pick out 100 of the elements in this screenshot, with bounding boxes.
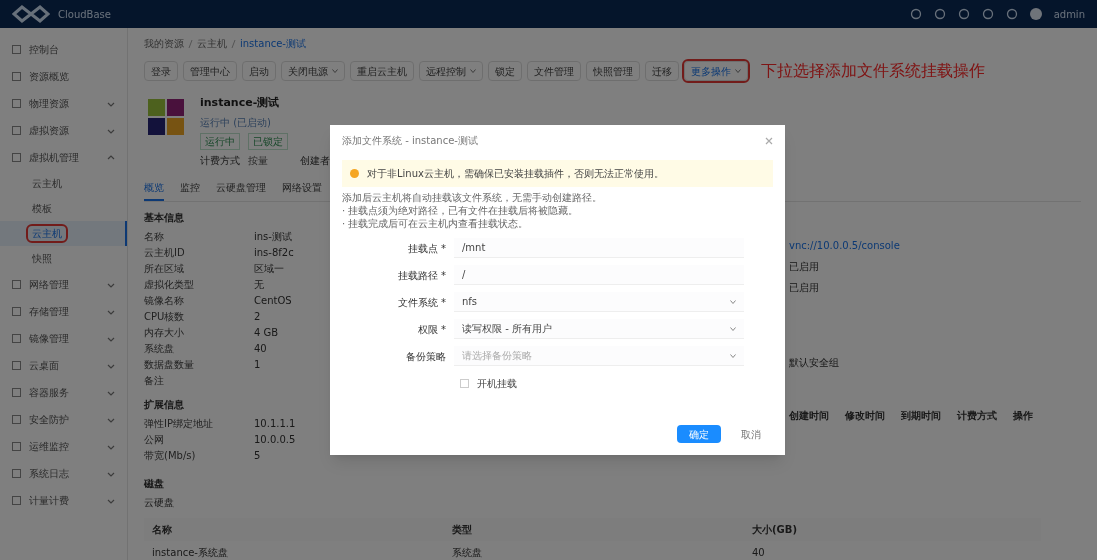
warning-icon xyxy=(350,169,359,178)
field-label: 数据盘数量 xyxy=(144,358,195,372)
field-label: 挂载点 * xyxy=(406,241,447,256)
menu-icon xyxy=(12,496,21,505)
toolbar-button[interactable]: 迁移 xyxy=(645,61,679,81)
toolbar-button[interactable]: 重启云主机 xyxy=(350,61,414,81)
toolbar-button[interactable]: 启动 xyxy=(242,61,276,81)
field-value: CentOS xyxy=(254,294,292,308)
caret-icon xyxy=(730,352,736,359)
sidebar-item[interactable]: 虚拟资源 xyxy=(0,117,127,144)
field-label: 权限 * xyxy=(416,322,447,337)
caret-icon xyxy=(730,298,736,305)
checkbox[interactable] xyxy=(460,379,469,388)
breadcrumb-item[interactable]: 云主机 xyxy=(197,36,227,51)
sidebar-item[interactable]: 存储管理 xyxy=(0,298,127,325)
sidebar-item[interactable]: 计量计费 xyxy=(0,487,127,514)
field-value: 40 xyxy=(254,342,267,356)
section-title: 扩展信息 xyxy=(144,397,184,412)
column-header: 大小(GB) xyxy=(751,522,798,537)
field-label: 镜像名称 xyxy=(144,294,185,308)
close-icon[interactable] xyxy=(765,136,773,145)
sidebar-item[interactable]: 虚拟机管理 xyxy=(0,144,127,171)
avatar-icon[interactable] xyxy=(1029,8,1042,20)
sidebar-item[interactable]: 容器服务 xyxy=(0,379,127,406)
sidebar-item[interactable]: 物理资源 xyxy=(0,90,127,117)
field-label: 带宽(Mb/s) xyxy=(144,449,197,463)
field-value: 默认安全组 xyxy=(789,355,839,370)
status-tag: 已锁定 xyxy=(248,132,288,150)
caret-icon xyxy=(332,68,338,74)
toolbar-button[interactable]: 管理中心 xyxy=(183,61,237,81)
sidebar-item[interactable]: 运维监控 xyxy=(0,433,127,460)
field-value: 10.1.1.1 xyxy=(254,417,296,431)
tab[interactable]: 监控 xyxy=(180,179,200,201)
column-header: 操作 xyxy=(1013,408,1033,423)
separator-icon xyxy=(188,38,193,49)
sidebar-subitem[interactable]: 快照 xyxy=(28,251,56,266)
field-label: 弹性IP绑定地址 xyxy=(144,417,214,431)
caret-icon xyxy=(470,68,476,74)
dialog-title: 添加文件系统 - instance-测试 xyxy=(342,134,478,148)
user-name[interactable]: admin xyxy=(1053,6,1085,22)
sidebar-subitem[interactable]: 模板 xyxy=(28,201,56,216)
breadcrumb-item: instance-测试 xyxy=(240,37,306,51)
caret-icon xyxy=(735,68,741,74)
menu-icon xyxy=(12,126,21,135)
status-tag: 运行中 xyxy=(200,132,240,150)
billing-label: 计费方式 xyxy=(200,153,240,168)
sidebar-item[interactable]: 系统日志 xyxy=(0,460,127,487)
section-title: 磁盘 xyxy=(144,476,164,491)
toolbar-button[interactable]: 关闭电源 xyxy=(281,61,345,81)
toolbar-button[interactable]: 快照管理 xyxy=(586,61,640,81)
tab[interactable]: 网络设置 xyxy=(282,179,322,201)
sidebar-subitem[interactable]: 云主机 xyxy=(28,226,66,241)
field-value: 已启用 xyxy=(789,259,819,274)
help-text: · 挂载完成后可在云主机内查看挂载状态。 xyxy=(342,217,529,230)
sidebar-item[interactable]: 控制台 xyxy=(0,36,127,63)
sidebar-item[interactable]: 云桌面 xyxy=(0,352,127,379)
caret-icon xyxy=(730,325,736,332)
menu-icon xyxy=(12,99,21,108)
console-link[interactable]: vnc://10.0.0.5/console xyxy=(789,237,900,253)
help-text: 添加后云主机将自动挂载该文件系统，无需手动创建路径。 xyxy=(342,191,602,204)
column-header: 创建时间 xyxy=(789,408,829,423)
field-label: 虚拟化类型 xyxy=(144,278,195,292)
section-title: 基本信息 xyxy=(144,210,184,225)
sidebar-item[interactable]: 镜像管理 xyxy=(0,325,127,352)
field-label: CPU核数 xyxy=(144,310,186,324)
field-value: 已启用 xyxy=(789,280,819,295)
tab[interactable]: 概览 xyxy=(144,179,164,201)
field-value: 4 GB xyxy=(254,326,279,340)
menu-icon xyxy=(12,72,21,81)
toolbar-button[interactable]: 文件管理 xyxy=(527,61,581,81)
sidebar-item[interactable]: 资源概览 xyxy=(0,63,127,90)
field-label: 系统盘 xyxy=(144,342,175,356)
field-value: 10.0.0.5 xyxy=(254,433,296,447)
field-label: 备注 xyxy=(144,374,165,388)
tab[interactable]: 云硬盘管理 xyxy=(216,179,266,201)
toolbar-button[interactable]: 远程控制 xyxy=(419,61,483,81)
field-value: 1 xyxy=(254,358,261,372)
annotation-text: 下拉选择添加文件系统挂载操作 xyxy=(761,60,985,82)
toolbar-button[interactable]: 锁定 xyxy=(488,61,522,81)
sidebar-item[interactable]: 安全防护 xyxy=(0,406,127,433)
field-label: 文件系统 * xyxy=(396,295,447,310)
toolbar-button[interactable]: 登录 xyxy=(144,61,178,81)
instance-status: 运行中 (已启动) xyxy=(200,115,272,130)
field-value: ins-8f2c xyxy=(254,246,294,260)
breadcrumb-item[interactable]: 我的资源 xyxy=(144,36,184,51)
column-header: 到期时间 xyxy=(901,408,941,423)
owner-label: 创建者 xyxy=(300,153,330,168)
menu-icon xyxy=(12,415,21,424)
sidebar-subitem[interactable]: 云主机 xyxy=(28,176,66,191)
column-header: 修改时间 xyxy=(845,408,885,423)
field-value: 无 xyxy=(254,278,264,292)
sidebar-item[interactable]: 网络管理 xyxy=(0,271,127,298)
field-label: 云主机ID xyxy=(144,246,186,260)
menu-icon xyxy=(12,442,21,451)
instance-name: instance-测试 xyxy=(200,95,281,111)
warning-text: 对于非Linux云主机，需确保已安装挂载插件，否则无法正常使用。 xyxy=(367,167,664,181)
field-label: 备份策略 xyxy=(405,349,447,364)
toolbar-button[interactable]: 更多操作 xyxy=(684,61,748,81)
confirm-button[interactable]: 确定 xyxy=(677,425,721,443)
menu-icon xyxy=(12,153,21,162)
